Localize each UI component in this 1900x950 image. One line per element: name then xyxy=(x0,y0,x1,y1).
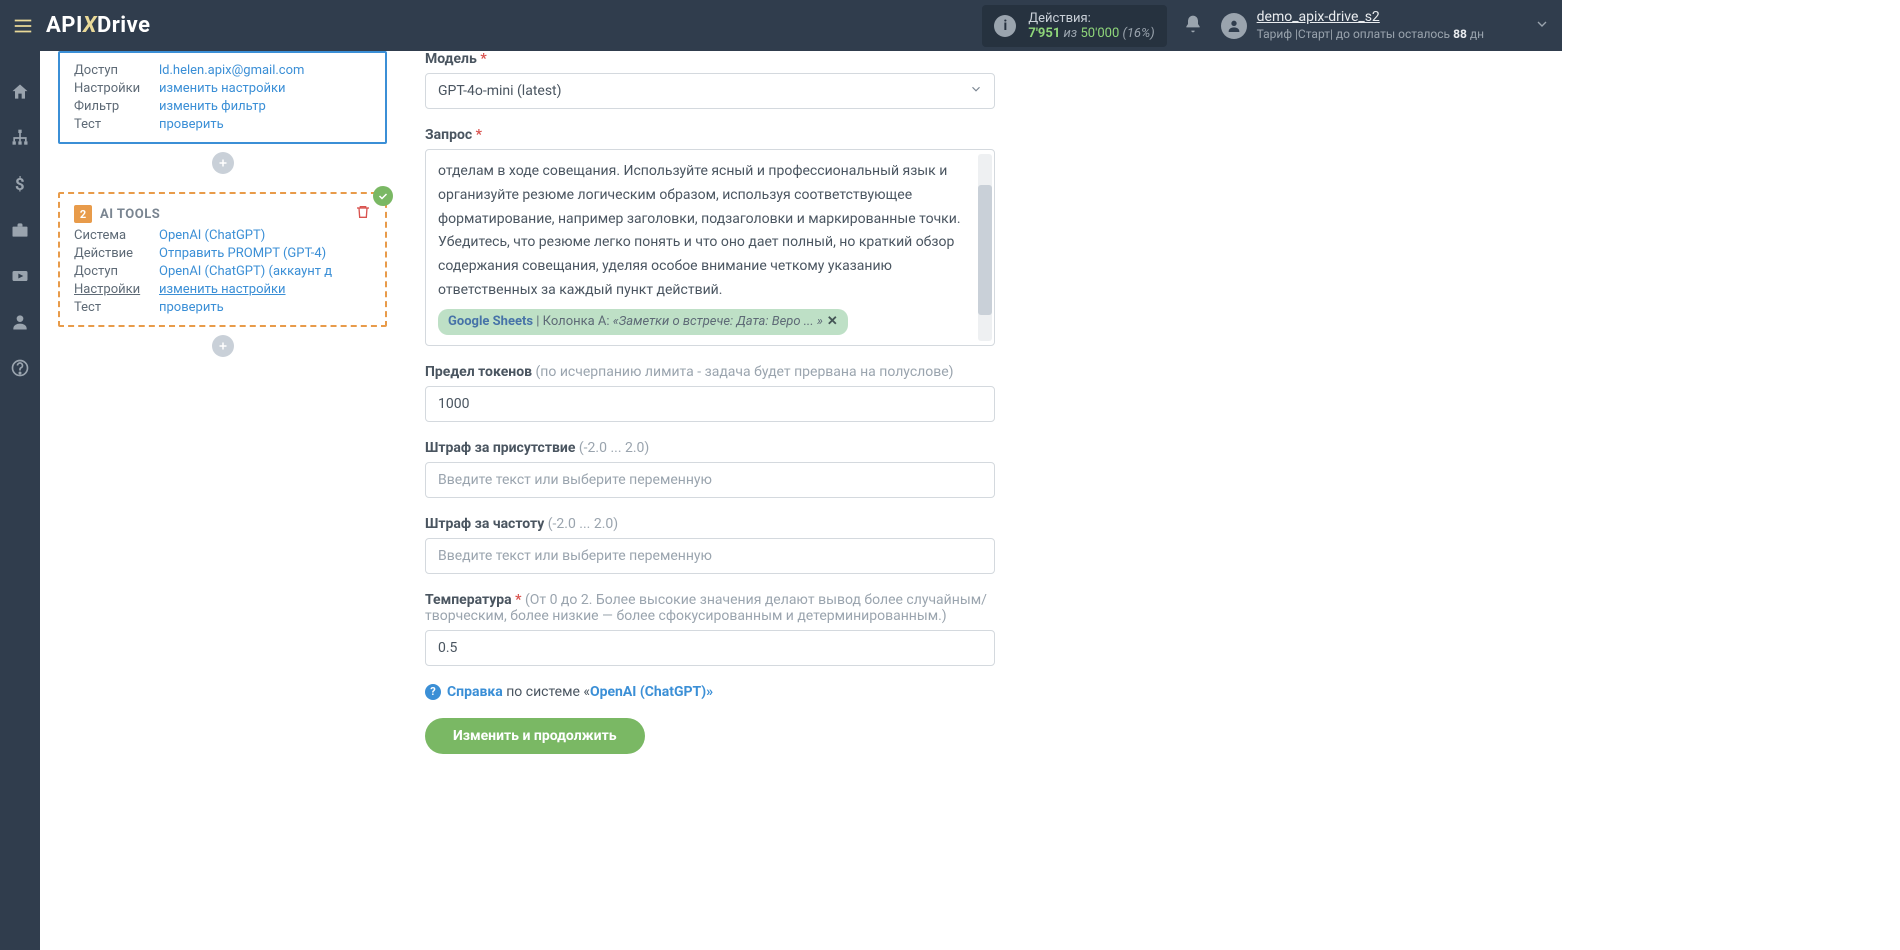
sidebar-briefcase-icon[interactable] xyxy=(9,219,31,241)
sidebar-connections-icon[interactable] xyxy=(9,127,31,149)
frequency-input[interactable] xyxy=(425,538,995,574)
step2-test-label: Тест xyxy=(74,300,159,315)
tag-source: Google Sheets xyxy=(448,314,533,329)
actions-pct: (16%) xyxy=(1123,26,1155,41)
avatar-icon xyxy=(1221,13,1247,39)
step2-access-value[interactable]: OpenAI (ChatGPT) (аккаунт д xyxy=(159,264,371,279)
step2-settings-value[interactable]: изменить настройки xyxy=(159,282,371,297)
step2-access-label: Доступ xyxy=(74,264,159,279)
step1-box[interactable]: Доступ ld.helen.apix@gmail.com Настройки… xyxy=(58,51,387,144)
tokens-label: Предел токенов (по исчерпанию лимита - з… xyxy=(425,364,995,380)
sidebar-video-icon[interactable] xyxy=(9,265,31,287)
step1-filter-value[interactable]: изменить фильтр xyxy=(159,99,371,114)
chevron-down-icon[interactable] xyxy=(1534,16,1550,36)
user-menu[interactable]: demo_apix-drive_s2 Тариф |Старт| до опла… xyxy=(1221,9,1550,43)
sidebar-help-icon[interactable] xyxy=(9,357,31,379)
info-icon: i xyxy=(994,15,1016,37)
tariff-prefix: Тариф |Старт| до оплаты осталось xyxy=(1257,27,1450,41)
step2-number: 2 xyxy=(74,205,92,223)
scrollbar-thumb[interactable] xyxy=(978,185,992,315)
tag-remove-icon[interactable]: ✕ xyxy=(827,314,838,329)
step2-settings-label: Настройки xyxy=(74,282,159,297)
step1-settings-value[interactable]: изменить настройки xyxy=(159,81,371,96)
step1-access-label: Доступ xyxy=(74,63,159,78)
temp-label: Температура * (От 0 до 2. Более высокие … xyxy=(425,592,995,624)
variable-tag[interactable]: Google Sheets | Колонка A: «Заметки о вс… xyxy=(438,309,848,335)
step1-test-value[interactable]: проверить xyxy=(159,117,371,132)
top-header: APIXDrive i Действия: 7'951 из 50'000 (1… xyxy=(0,0,1562,51)
trash-icon[interactable] xyxy=(355,204,371,224)
step2-test-value[interactable]: проверить xyxy=(159,300,371,315)
logo[interactable]: APIXDrive xyxy=(46,13,151,38)
tag-value: «Заметки о встрече: Дата: Веро ... » xyxy=(613,314,823,329)
help-prefix[interactable]: Справка xyxy=(447,684,503,700)
sidebar-user-icon[interactable] xyxy=(9,311,31,333)
frequency-label: Штраф за частоту (-2.0 ... 2.0) xyxy=(425,516,995,532)
step1-filter-label: Фильтр xyxy=(74,99,159,114)
bell-icon[interactable] xyxy=(1183,14,1203,38)
presence-input[interactable] xyxy=(425,462,995,498)
actions-counter[interactable]: i Действия: 7'951 из 50'000 (16%) xyxy=(982,5,1166,47)
query-text: отделам в ходе совещания. Используйте яс… xyxy=(438,160,982,303)
query-textarea[interactable]: отделам в ходе совещания. Используйте яс… xyxy=(425,149,995,346)
tag-column: | Колонка A: xyxy=(533,314,613,329)
model-label: Модель * xyxy=(425,51,995,67)
actions-max: 50'000 xyxy=(1080,26,1119,41)
presence-label: Штраф за присутствие (-2.0 ... 2.0) xyxy=(425,440,995,456)
step1-access-value[interactable]: ld.helen.apix@gmail.com xyxy=(159,63,371,78)
help-link[interactable]: OpenAI (ChatGPT)» xyxy=(590,684,713,700)
tariff-suffix: дн xyxy=(1470,27,1484,41)
hamburger-icon[interactable] xyxy=(12,15,34,37)
svg-text:$: $ xyxy=(15,176,25,194)
step2-box[interactable]: 2 AI TOOLS Система OpenAI (ChatGPT) Дейс… xyxy=(58,192,387,327)
left-sidebar: $ xyxy=(0,51,40,950)
help-mid: по системе « xyxy=(503,684,590,700)
add-step-button-2[interactable] xyxy=(212,335,234,357)
model-select[interactable]: GPT-4o-mini (latest) xyxy=(425,73,995,109)
step1-settings-label: Настройки xyxy=(74,81,159,96)
temp-input[interactable] xyxy=(425,630,995,666)
actions-label: Действия: xyxy=(1028,11,1090,26)
add-step-button[interactable] xyxy=(212,152,234,174)
form-panel: Модель * GPT-4o-mini (latest) Запрос * о… xyxy=(405,51,1900,950)
tariff-days: 88 xyxy=(1453,27,1467,41)
actions-of: из xyxy=(1064,26,1078,41)
sidebar-billing-icon[interactable]: $ xyxy=(9,173,31,195)
actions-count: 7'951 xyxy=(1028,26,1060,41)
step2-system-value[interactable]: OpenAI (ChatGPT) xyxy=(159,228,371,243)
tokens-input[interactable] xyxy=(425,386,995,422)
step1-test-label: Тест xyxy=(74,117,159,132)
sidebar-home-icon[interactable] xyxy=(9,81,31,103)
submit-button[interactable]: Изменить и продолжить xyxy=(425,718,645,754)
steps-panel: Доступ ld.helen.apix@gmail.com Настройки… xyxy=(40,51,405,950)
step2-system-label: Система xyxy=(74,228,159,243)
step2-title: AI TOOLS xyxy=(100,207,160,222)
step2-action-label: Действие xyxy=(74,246,159,261)
help-icon: ? xyxy=(425,684,441,700)
step2-action-value[interactable]: Отправить PROMPT (GPT-4) xyxy=(159,246,371,261)
query-label: Запрос * xyxy=(425,127,995,143)
check-badge-icon xyxy=(373,186,393,206)
username: demo_apix-drive_s2 xyxy=(1257,9,1380,25)
help-line: ? Справка по системе «OpenAI (ChatGPT)» xyxy=(425,684,995,700)
